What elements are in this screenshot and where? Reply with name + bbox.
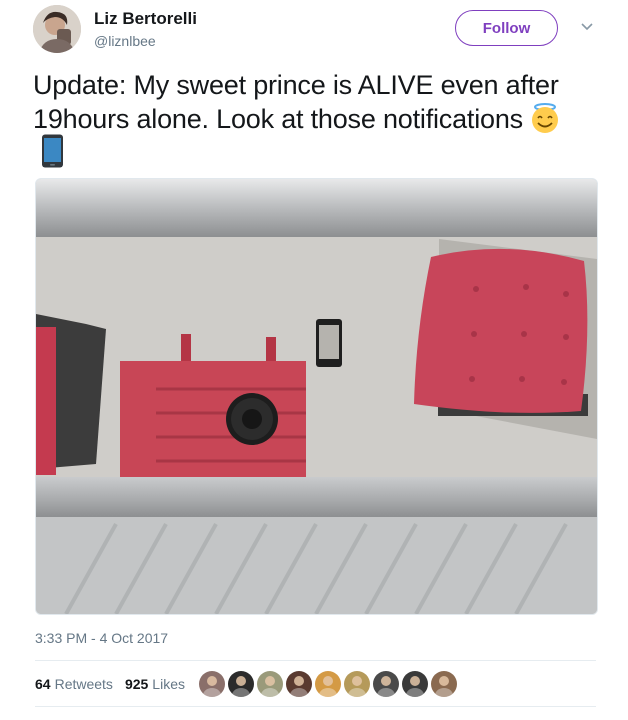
retweets-label: Retweets <box>54 676 113 692</box>
liker-avatar[interactable] <box>373 671 399 697</box>
retweets-stat[interactable]: 64 Retweets <box>35 676 113 692</box>
liker-avatar[interactable] <box>228 671 254 697</box>
likes-count: 925 <box>124 676 149 692</box>
tweet-text-body: Update: My sweet prince is ALIVE even af… <box>33 70 559 134</box>
liker-avatar[interactable] <box>431 671 457 697</box>
follow-button[interactable]: Follow <box>455 10 558 46</box>
avatar[interactable] <box>33 5 81 53</box>
mobile-phone-icon <box>42 134 63 168</box>
tweet-stats: 64 Retweets 925 Likes <box>35 676 185 692</box>
retweets-count: 64 <box>35 676 51 692</box>
tweet-photo[interactable] <box>35 178 598 615</box>
likes-stat[interactable]: 925 Likes <box>125 676 185 692</box>
liker-avatar[interactable] <box>344 671 370 697</box>
likes-label: Likes <box>152 676 185 692</box>
user-name[interactable]: Liz Bertorelli <box>94 9 197 29</box>
liker-avatar[interactable] <box>286 671 312 697</box>
chevron-down-icon[interactable] <box>580 22 594 32</box>
user-handle[interactable]: @liznlbee <box>94 33 156 49</box>
liker-avatar[interactable] <box>257 671 283 697</box>
likers-list <box>199 671 457 697</box>
liker-avatar[interactable] <box>199 671 225 697</box>
liker-avatar[interactable] <box>315 671 341 697</box>
liker-avatar[interactable] <box>402 671 428 697</box>
tweet-text: Update: My sweet prince is ALIVE even af… <box>33 68 598 136</box>
smiling-face-with-halo-icon <box>531 103 558 133</box>
divider <box>35 660 596 661</box>
divider <box>35 706 596 707</box>
tweet-timestamp[interactable]: 3:33 PM - 4 Oct 2017 <box>35 630 168 646</box>
